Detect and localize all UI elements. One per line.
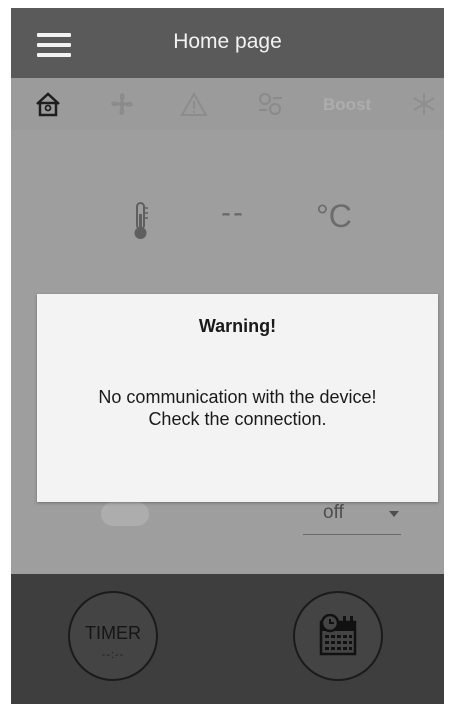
calendar-clock-icon bbox=[319, 614, 357, 656]
mode-dropdown[interactable]: off bbox=[303, 500, 401, 535]
page-title: Home page bbox=[173, 30, 282, 53]
warning-dialog: Warning! No communication with the devic… bbox=[37, 294, 438, 502]
bottom-bar: TIMER --:-- bbox=[11, 574, 444, 704]
temperature-unit: °C bbox=[316, 198, 352, 234]
chevron-down-icon bbox=[389, 511, 399, 517]
alarm-icon[interactable] bbox=[179, 90, 209, 118]
snowflake-icon[interactable] bbox=[409, 90, 439, 118]
timer-label: TIMER bbox=[85, 623, 141, 643]
mode-dropdown-value: off bbox=[323, 502, 344, 523]
dialog-message: No communication with the device! Check … bbox=[37, 386, 438, 430]
fan-mode-icon[interactable] bbox=[107, 90, 137, 118]
thermometer-icon bbox=[134, 202, 148, 239]
schedule-button[interactable] bbox=[293, 591, 383, 681]
dialog-title: Warning! bbox=[198, 316, 277, 336]
mode-toolbar: Boost bbox=[11, 78, 444, 130]
home-icon[interactable] bbox=[33, 90, 63, 118]
timer-button[interactable]: TIMER --:-- bbox=[68, 591, 158, 681]
timer-value: --:-- bbox=[101, 649, 125, 661]
temperature-value: -- bbox=[221, 196, 245, 229]
boost-button[interactable]: Boost bbox=[323, 95, 371, 115]
dialog-message-line-2: Check the connection. bbox=[148, 409, 327, 429]
power-toggle[interactable] bbox=[101, 502, 149, 526]
dialog-message-line-1: No communication with the device! bbox=[98, 387, 377, 407]
app-header: Home page bbox=[11, 8, 444, 78]
app-screen: Home page Boost -- °C off TIMER --:-- Wa… bbox=[11, 8, 444, 704]
fan-speed-icon[interactable] bbox=[255, 90, 285, 118]
